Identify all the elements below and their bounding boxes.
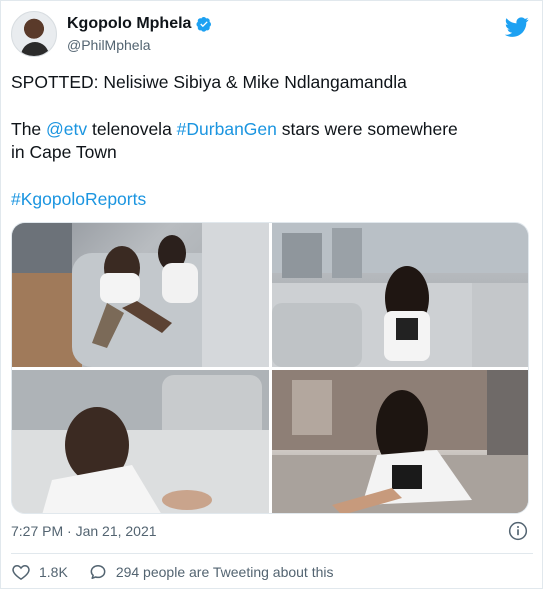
tweet-text-prefix: The — [11, 119, 47, 139]
twitter-bird-icon[interactable] — [505, 15, 529, 39]
author-avatar[interactable] — [11, 11, 57, 57]
tweet-text-line2: The @etv telenovela #DurbanGen stars wer… — [11, 118, 531, 164]
tweet-card: Kgopolo Mphela @PhilMphela SPOTTED: Neli… — [0, 0, 543, 589]
like-count: 1.8K — [39, 564, 68, 580]
author-name[interactable]: Kgopolo Mphela — [67, 15, 191, 33]
tweet-timestamp[interactable]: 7:27 PM · Jan 21, 2021 — [11, 523, 157, 539]
tweet-text-middle: telenovela — [87, 119, 177, 139]
author-handle[interactable]: @PhilMphela — [67, 37, 150, 53]
tweet-header: Kgopolo Mphela @PhilMphela — [11, 9, 533, 59]
conversation-text: 294 people are Tweeting about this — [115, 564, 334, 580]
speech-bubble-icon — [90, 565, 106, 579]
media-grid — [11, 222, 529, 514]
tweet-text-line3: #KgopoloReports — [11, 188, 531, 211]
photo-1-art — [12, 223, 269, 367]
hashtag-link[interactable]: #DurbanGen — [177, 119, 277, 139]
verified-badge-icon — [196, 17, 212, 32]
info-icon[interactable] — [508, 521, 528, 541]
mention-link[interactable]: @etv — [46, 119, 87, 139]
heart-icon — [12, 564, 30, 580]
photo-2[interactable] — [272, 223, 528, 367]
photo-2-art — [272, 223, 528, 367]
hashtag-link[interactable]: #KgopoloReports — [11, 189, 146, 209]
tweet-actions: 1.8K 294 people are Tweeting about this — [11, 562, 334, 582]
tweet-text-cont: in Cape Town — [11, 142, 117, 162]
conversation-action[interactable]: 294 people are Tweeting about this — [88, 562, 334, 582]
divider — [11, 553, 533, 554]
photo-4-art — [272, 370, 528, 513]
photo-4[interactable] — [272, 370, 528, 513]
photo-1[interactable] — [12, 223, 269, 367]
photo-3-art — [12, 370, 269, 513]
like-action[interactable]: 1.8K — [11, 562, 68, 582]
tweet-text-suffix: stars were somewhere — [276, 119, 458, 139]
photo-3[interactable] — [12, 370, 269, 513]
tweet-text-line1: SPOTTED: Nelisiwe Sibiya & Mike Ndlangam… — [11, 72, 407, 92]
author-name-row: Kgopolo Mphela — [67, 15, 212, 33]
